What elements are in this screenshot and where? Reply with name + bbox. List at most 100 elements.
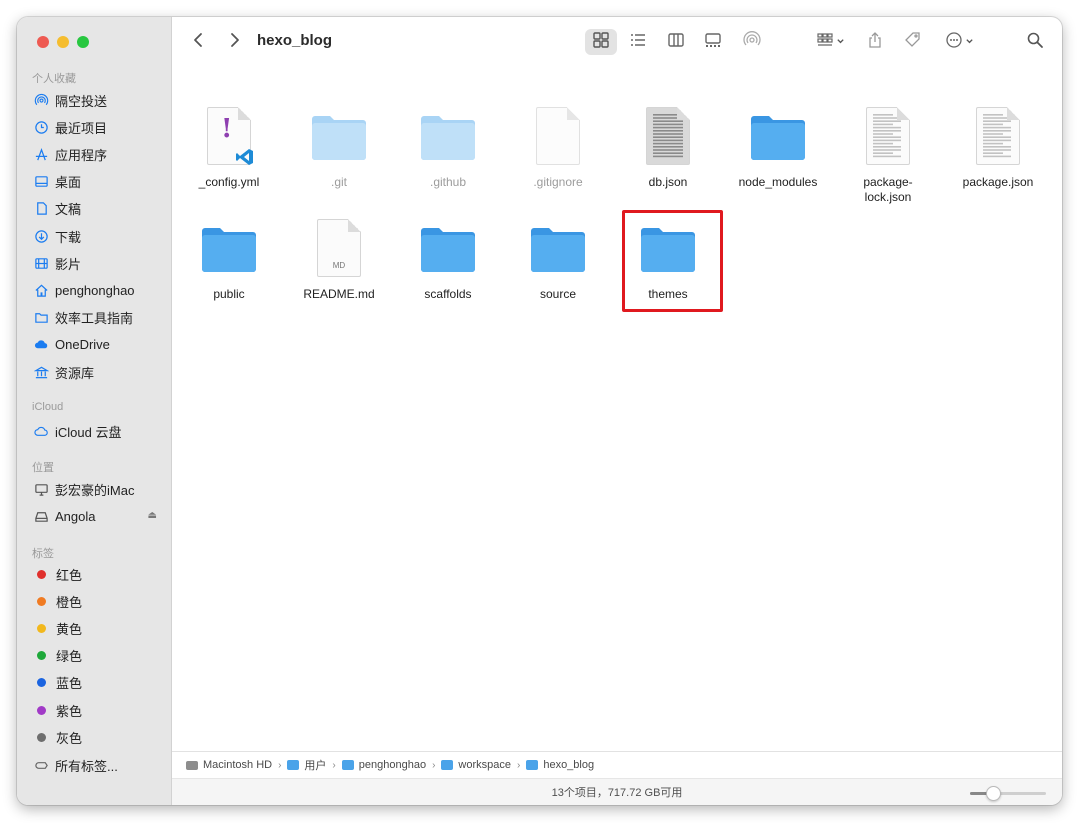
sidebar-item-label: 最近项目 xyxy=(55,120,108,136)
file-item-scaffolds[interactable]: scaffolds xyxy=(396,219,500,302)
tag-color-dot xyxy=(37,569,46,579)
sidebar: 个人收藏 隔空投送 最近项目 应用程序 桌面 文稿 下载 影片 penghonghao 效率工具… xyxy=(17,17,172,805)
tags-heading: 标签 xyxy=(32,548,54,560)
drive-icon xyxy=(33,509,49,525)
file-name-label: .github xyxy=(429,175,467,189)
file-item-dot-gitignore[interactable]: .gitignore xyxy=(506,107,610,190)
airdrop-toolbar-button[interactable] xyxy=(738,29,766,55)
file-item-db-json[interactable]: db.json xyxy=(616,107,720,190)
file-item-readme-md[interactable]: MD README.md xyxy=(287,219,391,302)
imac-icon xyxy=(33,481,49,497)
breadcrumb-label: 用户 xyxy=(304,760,327,772)
tag-outline-icon xyxy=(33,757,49,773)
sidebar-item-tag-green[interactable]: 绿色 xyxy=(33,644,163,668)
sidebar-item-airdrop[interactable]: 隔空投送 xyxy=(33,88,163,112)
chevron-down-icon xyxy=(836,33,845,51)
breadcrumb-separator: › xyxy=(432,759,436,771)
search-icon xyxy=(1026,31,1044,54)
folder-icon xyxy=(33,310,49,326)
sidebar-item-home[interactable]: penghonghao xyxy=(33,278,163,302)
minimize-window-button[interactable] xyxy=(57,36,69,48)
folder-icon xyxy=(341,760,354,770)
columns-icon xyxy=(667,31,685,54)
column-view-button[interactable] xyxy=(662,29,690,55)
film-icon xyxy=(33,255,49,271)
file-item--config-yml[interactable]: ! _config.yml xyxy=(177,107,281,190)
icon-size-slider[interactable] xyxy=(970,786,1046,801)
sidebar-item-downloads[interactable]: 下载 xyxy=(33,224,163,248)
sidebar-item-folder[interactable]: 效率工具指南 xyxy=(33,306,163,330)
group-by-button[interactable] xyxy=(810,29,850,55)
sidebar-item-library[interactable]: 资源库 xyxy=(33,360,163,384)
zoom-window-button[interactable] xyxy=(77,36,89,48)
sidebar-item-desktop[interactable]: 桌面 xyxy=(33,170,163,194)
status-text: 13个项目，717.72 GB可用 xyxy=(551,787,683,799)
sidebar-item-documents[interactable]: 文稿 xyxy=(33,197,163,221)
sidebar-item-all-tags[interactable]: 所有标签... xyxy=(33,753,163,777)
document-icon: ! xyxy=(198,107,260,169)
file-name-label: db.json xyxy=(648,175,688,189)
sidebar-item-applications[interactable]: 应用程序 xyxy=(33,142,163,166)
file-item-node-modules[interactable]: node_modules xyxy=(726,107,830,190)
sidebar-item-onedrive[interactable]: OneDrive xyxy=(33,333,163,357)
folder-icon xyxy=(441,760,454,770)
slider-knob[interactable] xyxy=(985,786,1001,801)
airdrop-icon xyxy=(33,92,49,108)
file-item-package-lock-json[interactable]: package-lock.json xyxy=(836,107,940,205)
file-item-dot-github[interactable]: .github xyxy=(396,107,500,190)
list-view-button[interactable] xyxy=(624,29,652,55)
sidebar-item-label: Angola xyxy=(55,509,96,524)
sidebar-item-label: 彭宏豪的iMac xyxy=(55,482,135,498)
breadcrumb-item[interactable]: hexo_blog xyxy=(526,759,594,771)
sidebar-item-tag-purple[interactable]: 紫色 xyxy=(33,698,163,722)
sidebar-item-recents[interactable]: 最近项目 xyxy=(33,115,163,139)
path-bar: Macintosh HD › 用户 › penghonghao › workspace › he… xyxy=(172,751,1062,778)
folder-icon xyxy=(308,107,370,169)
close-window-button[interactable] xyxy=(37,36,49,48)
sidebar-item-imac[interactable]: 彭宏豪的iMac xyxy=(33,477,163,501)
action-menu-button[interactable] xyxy=(939,29,979,55)
back-button[interactable] xyxy=(188,29,210,55)
share-button[interactable] xyxy=(862,29,888,55)
tag-color-dot xyxy=(37,623,46,633)
file-item-package-json[interactable]: package.json xyxy=(946,107,1050,190)
sidebar-item-label: iCloud 云盘 xyxy=(55,424,122,440)
sidebar-item-label: OneDrive xyxy=(55,337,110,353)
sidebar-item-tag-yellow[interactable]: 黄色 xyxy=(33,616,163,640)
breadcrumb-item[interactable]: Macintosh HD xyxy=(186,759,272,771)
gallery-view-button[interactable] xyxy=(699,29,727,55)
sidebar-item-tag-gray[interactable]: 灰色 xyxy=(33,725,163,749)
search-button[interactable] xyxy=(1022,29,1048,55)
folder-icon xyxy=(417,107,479,169)
file-name-label: .gitignore xyxy=(533,175,583,189)
tag-button[interactable] xyxy=(900,29,926,55)
file-grid: ! _config.yml .git .github .gitignore db.json… xyxy=(172,69,1062,751)
sidebar-item-label: 效率工具指南 xyxy=(55,311,134,327)
forward-button[interactable] xyxy=(223,29,245,55)
finder-window: 个人收藏 隔空投送 最近项目 应用程序 桌面 文稿 下载 影片 penghonghao 效率工具… xyxy=(17,17,1062,805)
chevron-down-icon xyxy=(965,33,974,51)
eject-icon[interactable]: ⏏ xyxy=(148,510,157,521)
folder-icon xyxy=(287,760,300,770)
breadcrumb-item[interactable]: penghonghao xyxy=(341,759,426,771)
folder-icon xyxy=(747,107,809,169)
chevron-left-icon xyxy=(190,31,208,54)
breadcrumb-item[interactable]: workspace xyxy=(441,759,511,771)
breadcrumb-item[interactable]: 用户 xyxy=(287,757,326,773)
sidebar-item-movies[interactable]: 影片 xyxy=(33,251,163,275)
file-item-dot-git[interactable]: .git xyxy=(287,107,391,190)
cloud-icon xyxy=(33,337,49,353)
folder-icon xyxy=(198,219,260,281)
sidebar-item-label: 桌面 xyxy=(55,175,82,191)
icon-view-button[interactable] xyxy=(585,29,617,55)
sidebar-item-tag-blue[interactable]: 蓝色 xyxy=(33,671,163,695)
sidebar-item-angola[interactable]: Angola ⏏ xyxy=(33,505,163,529)
sidebar-item-tag-orange[interactable]: 橙色 xyxy=(33,589,163,613)
sidebar-item-label: 应用程序 xyxy=(55,147,108,163)
file-name-label: .git xyxy=(330,175,347,189)
sidebar-item-tag-red[interactable]: 红色 xyxy=(33,562,163,586)
file-item-public[interactable]: public xyxy=(177,219,281,302)
sidebar-item-icloud-drive[interactable]: iCloud 云盘 xyxy=(33,419,163,443)
list-icon xyxy=(629,31,647,54)
file-item-source[interactable]: source xyxy=(506,219,610,302)
